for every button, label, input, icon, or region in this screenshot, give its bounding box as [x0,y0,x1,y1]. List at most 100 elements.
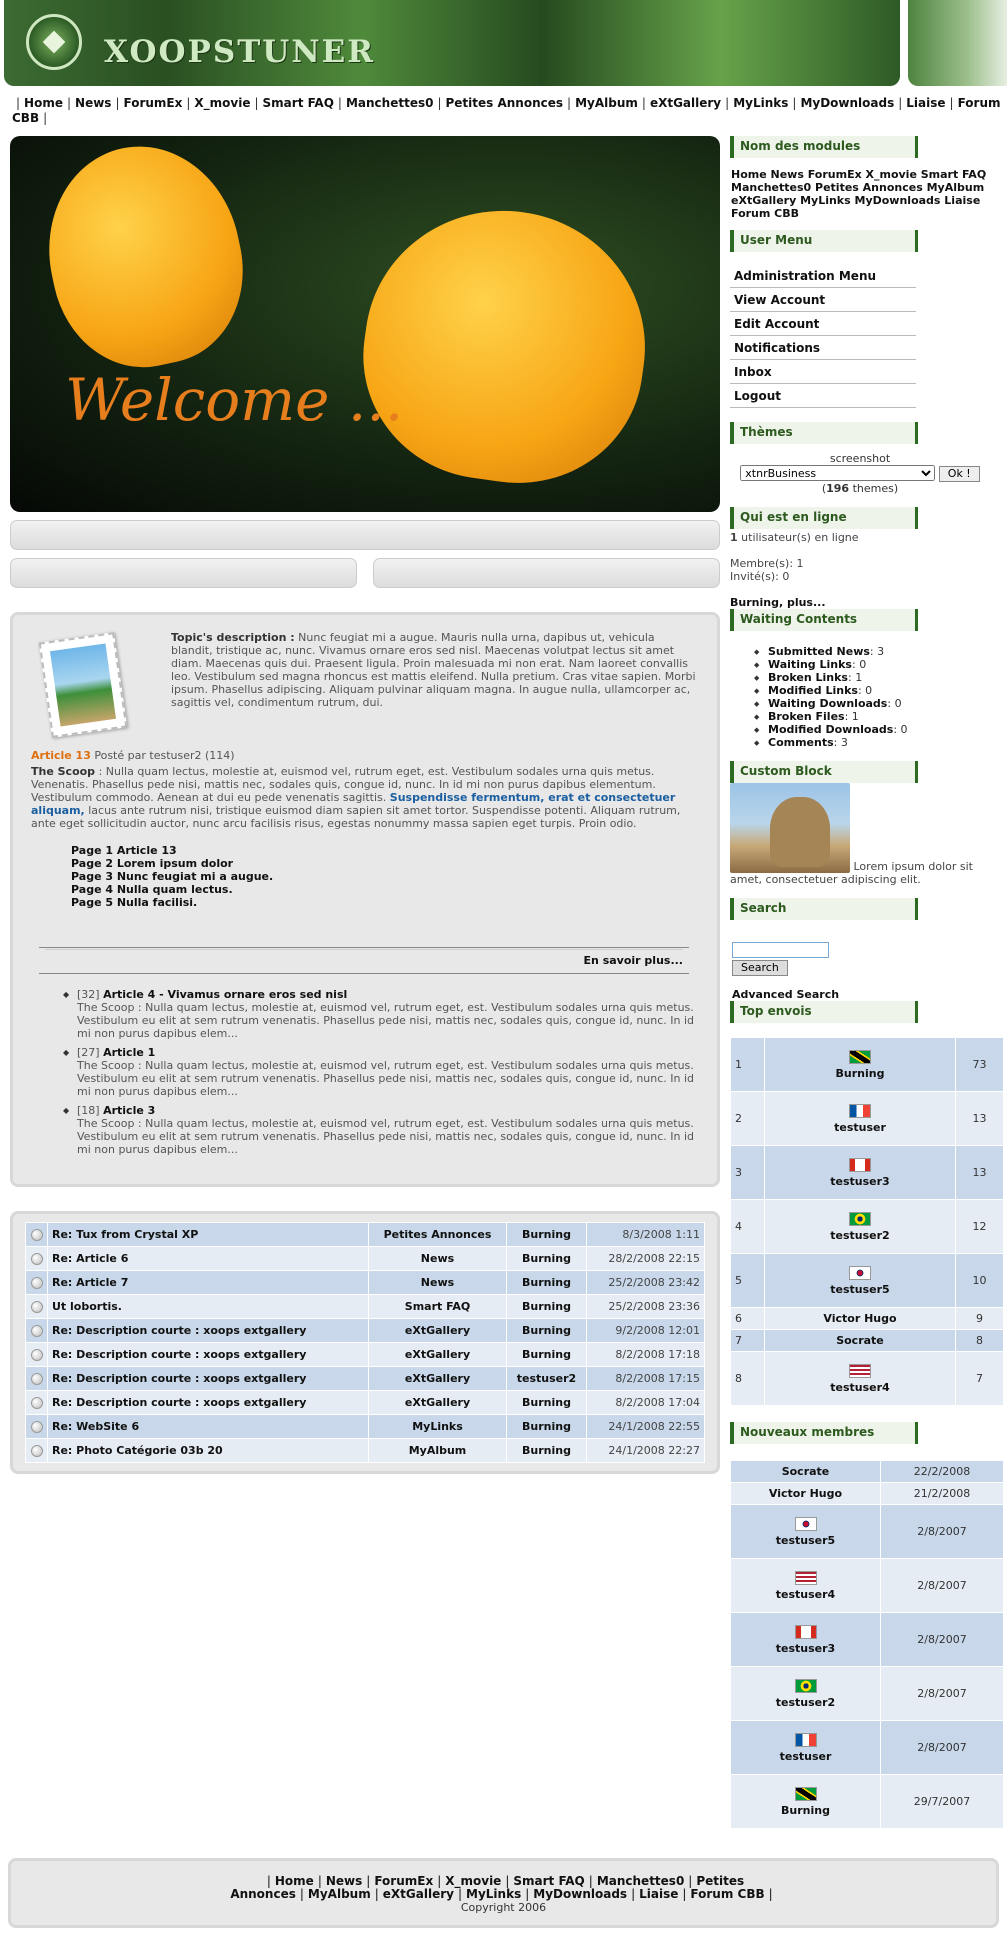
poster-name-link[interactable]: testuser4 [830,1381,889,1394]
waiting-item[interactable]: Submitted News: 3 [754,645,1005,659]
article-page-link[interactable]: Page 3 Nunc feugiat mi a augue. [71,870,699,883]
waiting-item[interactable]: Modified Links: 0 [754,684,1005,698]
post-title-link[interactable]: Re: Description courte : xoops extgaller… [52,1324,306,1337]
post-title-link[interactable]: Ut lobortis. [52,1300,122,1313]
post-module-link[interactable]: News [421,1252,454,1265]
user-menu-item-inbox[interactable]: Inbox [730,360,916,384]
nav-link-myalbum[interactable]: MyAlbum [308,1887,371,1901]
post-module-link[interactable]: Petites Annonces [384,1228,492,1241]
post-title-link[interactable]: Re: Article 6 [52,1252,128,1265]
nav-link-smart-faq[interactable]: Smart FAQ [513,1874,584,1888]
waiting-item[interactable]: Waiting Downloads: 0 [754,697,1005,711]
post-user-link[interactable]: Burning [522,1228,571,1241]
post-user-link[interactable]: Burning [522,1252,571,1265]
member-name-link[interactable]: Victor Hugo [769,1487,842,1500]
article-title-link[interactable]: Article 13 [31,749,91,762]
poster-name-link[interactable]: testuser3 [830,1175,889,1188]
post-title-link[interactable]: Re: Tux from Crystal XP [52,1228,198,1241]
member-name-link[interactable]: Burning [781,1804,830,1817]
nav-link-petites-annonces[interactable]: Petites Annonces [446,96,564,110]
waiting-item[interactable]: Broken Files: 1 [754,710,1005,724]
user-menu-item-edit-account[interactable]: Edit Account [730,312,916,336]
nav-link-extgallery[interactable]: eXtGallery [383,1887,454,1901]
nav-link-manchettes0[interactable]: Manchettes0 [346,96,433,110]
nav-link-smart-faq[interactable]: Smart FAQ [263,96,334,110]
post-user-link[interactable]: Burning [522,1276,571,1289]
post-module-link[interactable]: MyAlbum [409,1444,467,1457]
waiting-item[interactable]: Modified Downloads: 0 [754,723,1005,737]
article-page-link[interactable]: Page 1 Article 13 [71,844,699,857]
post-user-link[interactable]: testuser2 [517,1372,576,1385]
member-name-link[interactable]: testuser5 [776,1534,835,1547]
post-module-link[interactable]: eXtGallery [405,1372,470,1385]
nav-link-manchettes0[interactable]: Manchettes0 [597,1874,684,1888]
article-page-link[interactable]: Page 5 Nulla facilisi. [71,896,699,909]
nav-link-x-movie[interactable]: X_movie [194,96,250,110]
advanced-search-link[interactable]: Advanced Search [732,988,1005,1001]
topic-image[interactable] [38,632,128,738]
nav-link-x-movie[interactable]: X_movie [445,1874,501,1888]
poster-name-link[interactable]: Burning [836,1067,885,1080]
waiting-item[interactable]: Comments: 3 [754,736,1005,750]
post-module-link[interactable]: Smart FAQ [405,1300,470,1313]
nav-link-home[interactable]: Home [24,96,63,110]
post-title-link[interactable]: Re: WebSite 6 [52,1420,139,1433]
post-user-link[interactable]: Burning [522,1420,571,1433]
post-title-link[interactable]: Re: Photo Catégorie 03b 20 [52,1444,223,1457]
post-module-link[interactable]: eXtGallery [405,1348,470,1361]
post-title-link[interactable]: Re: Description courte : xoops extgaller… [52,1348,306,1361]
user-menu-item-administration-menu[interactable]: Administration Menu [730,264,916,288]
waiting-item[interactable]: Waiting Links: 0 [754,658,1005,672]
post-module-link[interactable]: News [421,1276,454,1289]
member-name-link[interactable]: testuser [780,1750,832,1763]
nav-link-myalbum[interactable]: MyAlbum [575,96,638,110]
nav-link-mydownloads[interactable]: MyDownloads [533,1887,627,1901]
member-name-link[interactable]: testuser4 [776,1588,835,1601]
member-name-link[interactable]: Socrate [782,1465,830,1478]
article-link[interactable]: Article 3 [103,1104,155,1117]
theme-ok-button[interactable]: Ok ! [938,465,980,482]
search-input[interactable] [732,941,829,958]
nav-link-mydownloads[interactable]: MyDownloads [800,96,894,110]
poster-name-link[interactable]: testuser [834,1121,886,1134]
search-button[interactable]: Search [732,959,788,976]
article-page-link[interactable]: Page 4 Nulla quam lectus. [71,883,699,896]
post-user-link[interactable]: Burning [522,1396,571,1409]
nav-link-news[interactable]: News [326,1874,362,1888]
post-module-link[interactable]: MyLinks [412,1420,463,1433]
nav-link-liaise[interactable]: Liaise [639,1887,678,1901]
nav-link-mylinks[interactable]: MyLinks [466,1887,521,1901]
user-menu-item-logout[interactable]: Logout [730,384,916,408]
site-logo-text[interactable]: XOOPSTUNER [104,34,375,70]
nav-link-mylinks[interactable]: MyLinks [733,96,788,110]
poster-name-link[interactable]: testuser2 [830,1229,889,1242]
poster-name-link[interactable]: Victor Hugo [823,1312,896,1325]
nav-link-news[interactable]: News [75,96,111,110]
online-user-link[interactable]: Burning, plus... [730,596,1005,609]
article-link[interactable]: Article 1 [103,1046,155,1059]
theme-select[interactable]: xtnrBusiness [740,465,936,481]
member-name-link[interactable]: testuser2 [776,1696,835,1709]
post-title-link[interactable]: Re: Description courte : xoops extgaller… [52,1396,306,1409]
post-title-link[interactable]: Re: Description courte : xoops extgaller… [52,1372,306,1385]
nav-link-liaise[interactable]: Liaise [906,96,945,110]
user-menu-item-view-account[interactable]: View Account [730,288,916,312]
post-user-link[interactable]: Burning [522,1348,571,1361]
post-title-link[interactable]: Re: Article 7 [52,1276,128,1289]
logo-icon[interactable] [26,14,82,70]
poster-name-link[interactable]: testuser5 [830,1283,889,1296]
modules-list[interactable]: Home News ForumEx X_movie Smart FAQ Manc… [731,168,1005,220]
member-name-link[interactable]: testuser3 [776,1642,835,1655]
read-more-link[interactable]: En savoir plus... [584,954,683,967]
post-user-link[interactable]: Burning [522,1324,571,1337]
nav-link-forumex[interactable]: ForumEx [374,1874,433,1888]
waiting-item[interactable]: Broken Links: 1 [754,671,1005,685]
nav-link-forumex[interactable]: ForumEx [124,96,183,110]
user-menu-item-notifications[interactable]: Notifications [730,336,916,360]
nav-link-extgallery[interactable]: eXtGallery [650,96,721,110]
article-page-link[interactable]: Page 2 Lorem ipsum dolor [71,857,699,870]
nav-link-forum-cbb[interactable]: Forum CBB [690,1887,764,1901]
article-link[interactable]: Article 4 - Vivamus ornare eros sed nisl [103,988,347,1001]
post-module-link[interactable]: eXtGallery [405,1324,470,1337]
post-user-link[interactable]: Burning [522,1300,571,1313]
